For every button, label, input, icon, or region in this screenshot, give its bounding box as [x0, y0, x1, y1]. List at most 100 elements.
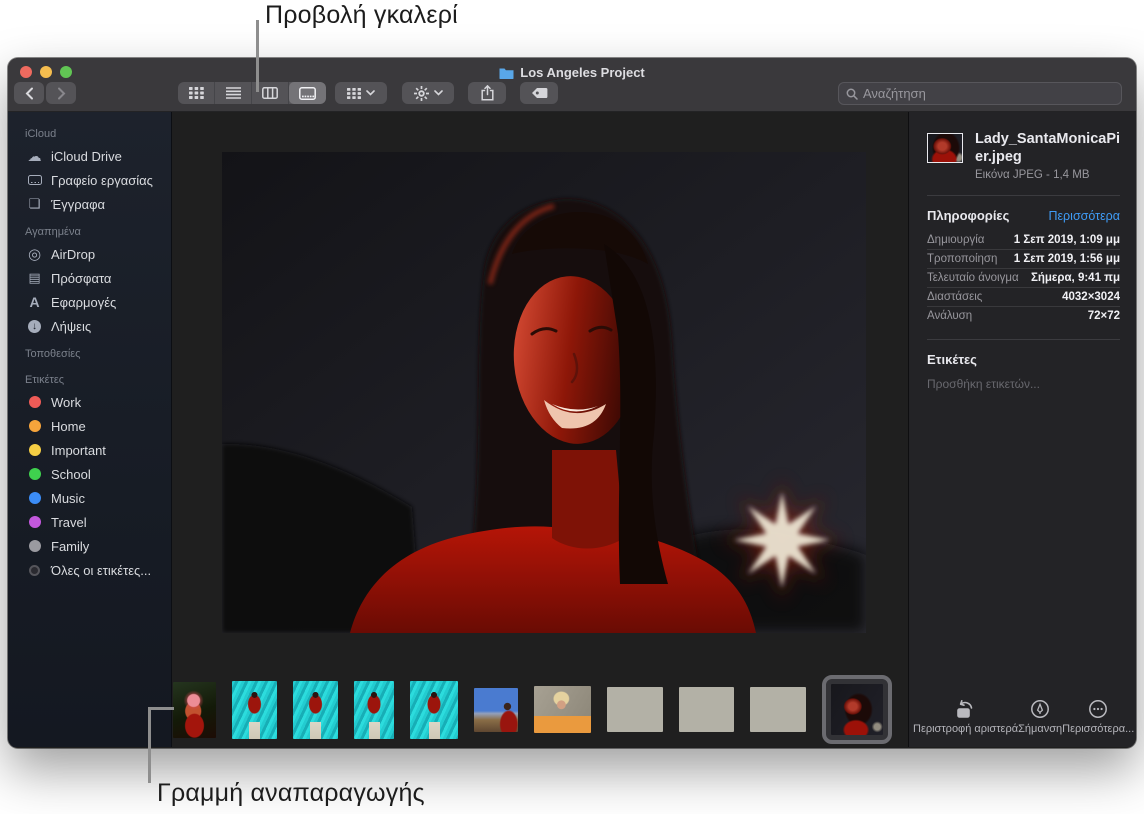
- photo-preview[interactable]: [222, 152, 866, 633]
- thumbnail-balloon[interactable]: [173, 682, 216, 738]
- sidebar-item-label: Γραφείο εργασίας: [51, 173, 153, 188]
- thumbnail-blonde[interactable]: [534, 686, 591, 733]
- tag-color-dot: [29, 516, 41, 528]
- share-button[interactable]: [468, 82, 506, 104]
- quick-action-label: Περιστροφή αριστερά: [913, 723, 1018, 735]
- back-button[interactable]: [14, 82, 44, 104]
- περιστροφή-αριστερά-button[interactable]: Περιστροφή αριστερά: [913, 699, 1018, 735]
- sidebar-item-label: Important: [51, 443, 106, 458]
- gallery-view-content: [172, 112, 908, 747]
- chevron-left-icon: [25, 87, 34, 100]
- sidebar-item-label: Music: [51, 491, 85, 506]
- gallery-view-button[interactable]: [289, 82, 326, 104]
- tag-color-dot: [29, 468, 41, 480]
- tag-dot-icon: [25, 417, 44, 435]
- thumbnail-plants[interactable]: [679, 687, 734, 732]
- quick-actions: Περιστροφή αριστεράΣήμανσηΠερισσότερα...: [913, 699, 1132, 735]
- scrubber-bar[interactable]: [172, 672, 908, 747]
- tag-color-dot: [29, 492, 41, 504]
- tag-color-dot: [29, 444, 41, 456]
- info-row-value: 1 Σεπ 2019, 1:09 μμ: [1014, 234, 1120, 246]
- sidebar-item-family[interactable]: Family: [8, 534, 171, 558]
- window-title: Los Angeles Project: [8, 65, 1136, 80]
- sidebar-item-όλες-οι-ετικέτες[interactable]: Όλες οι ετικέτες...: [8, 558, 171, 582]
- callout-line-scrubber-v: [148, 707, 151, 783]
- chevron-down-icon: [366, 90, 375, 96]
- thumbnail-pool[interactable]: [232, 681, 277, 739]
- group-icon: [347, 88, 361, 99]
- tag-dot-icon: [25, 393, 44, 411]
- sidebar-item-school[interactable]: School: [8, 462, 171, 486]
- info-row-value: 4032×3024: [1062, 291, 1120, 303]
- airdrop-icon: ◎: [25, 245, 44, 263]
- folder-icon: [499, 67, 514, 79]
- sidebar-item-label: Έγγραφα: [51, 197, 105, 212]
- group-button[interactable]: [335, 82, 387, 104]
- divider: [927, 195, 1120, 196]
- list-view-button[interactable]: [215, 82, 252, 104]
- desktop-icon: [25, 171, 44, 189]
- sidebar-item-home[interactable]: Home: [8, 414, 171, 438]
- thumbnail-pool[interactable]: [410, 681, 458, 739]
- tags-button[interactable]: [520, 82, 558, 104]
- downloads-icon: ↓: [25, 317, 44, 335]
- cloud-icon: ☁: [25, 147, 44, 165]
- sidebar-item-έγγραφα[interactable]: ❏ Έγγραφα: [8, 192, 171, 216]
- σήμανση-button[interactable]: Σήμανση: [1018, 699, 1062, 735]
- info-rows: Δημιουργία1 Σεπ 2019, 1:09 μμΤροποποίηση…: [927, 231, 1120, 325]
- sidebar-item-label: Travel: [51, 515, 87, 530]
- chevron-right-icon: [57, 87, 66, 100]
- file-name: Lady_SantaMonicaPier.jpeg: [975, 130, 1127, 166]
- thumbnail-plants[interactable]: [607, 687, 663, 732]
- thumbnail-pool[interactable]: [354, 681, 394, 739]
- add-tags-field[interactable]: Προσθήκη ετικετών...: [927, 377, 1120, 391]
- sidebar-item-travel[interactable]: Travel: [8, 510, 171, 534]
- info-row-value: Σήμερα, 9:41 πμ: [1031, 272, 1120, 284]
- search-field[interactable]: [838, 82, 1122, 105]
- info-row-value: 1 Σεπ 2019, 1:56 μμ: [1014, 253, 1120, 265]
- document-icon: ❏: [25, 195, 44, 213]
- gear-icon: [414, 86, 429, 101]
- info-row-value: 72×72: [1088, 310, 1120, 322]
- window-title-text: Los Angeles Project: [520, 65, 645, 80]
- sidebar-item-label: Πρόσφατα: [51, 271, 111, 286]
- sidebar-item-λήψεις[interactable]: ↓Λήψεις: [8, 314, 171, 338]
- info-row-label: Ανάλυση: [927, 310, 972, 322]
- sidebar-item-important[interactable]: Important: [8, 438, 171, 462]
- more-icon: [1088, 699, 1108, 719]
- sidebar-section-header: Ετικέτες: [8, 364, 171, 390]
- forward-button[interactable]: [46, 82, 76, 104]
- all-tags-ring-icon: [29, 565, 40, 576]
- sidebar-item-label: School: [51, 467, 91, 482]
- thumbnail-red-portrait[interactable]: [831, 684, 883, 735]
- tag-dot-icon: [25, 489, 44, 507]
- more-info-link[interactable]: Περισσότερα: [1048, 209, 1120, 223]
- icon-view-button[interactable]: [178, 82, 215, 104]
- sidebar-item-πρόσφατα[interactable]: ▤Πρόσφατα: [8, 266, 171, 290]
- sidebar-item-airdrop[interactable]: ◎AirDrop: [8, 242, 171, 266]
- thumbnail-pool[interactable]: [293, 681, 338, 739]
- περισσότερα-button[interactable]: Περισσότερα...: [1062, 699, 1134, 735]
- search-icon: [846, 88, 858, 100]
- thumbnail-sky[interactable]: [474, 688, 518, 732]
- sidebar-item-work[interactable]: Work: [8, 390, 171, 414]
- sidebar-item-γραφείο-εργασίας[interactable]: Γραφείο εργασίας: [8, 168, 171, 192]
- desktop-icon-shape: [28, 175, 42, 185]
- info-row-label: Τελευταίο άνοιγμα: [927, 272, 1019, 284]
- file-meta: Εικόνα JPEG - 1,4 MB: [975, 169, 1127, 181]
- inspector-pane: Lady_SantaMonicaPier.jpeg Εικόνα JPEG - …: [908, 112, 1136, 747]
- action-menu-button[interactable]: [402, 82, 454, 104]
- search-input[interactable]: [863, 86, 1114, 101]
- sidebar-item-label: Work: [51, 395, 81, 410]
- sidebar-item-music[interactable]: Music: [8, 486, 171, 510]
- thumbnail-plants[interactable]: [750, 687, 806, 732]
- tag-ring-icon: [25, 561, 44, 579]
- selected-thumbnail-frame[interactable]: [822, 675, 892, 744]
- sidebar-item-εφαρμογές[interactable]: AΕφαρμογές: [8, 290, 171, 314]
- info-section-title: Πληροφορίες: [927, 208, 1009, 223]
- sidebar-section-header: Αγαπημένα: [8, 216, 171, 242]
- chevron-down-icon: [434, 90, 443, 96]
- tag-color-dot: [29, 396, 41, 408]
- info-row-τελευταίο-άνοιγμα: Τελευταίο άνοιγμα Σήμερα, 9:41 πμ: [927, 268, 1120, 287]
- sidebar-item-icloud-drive[interactable]: ☁iCloud Drive: [8, 144, 171, 168]
